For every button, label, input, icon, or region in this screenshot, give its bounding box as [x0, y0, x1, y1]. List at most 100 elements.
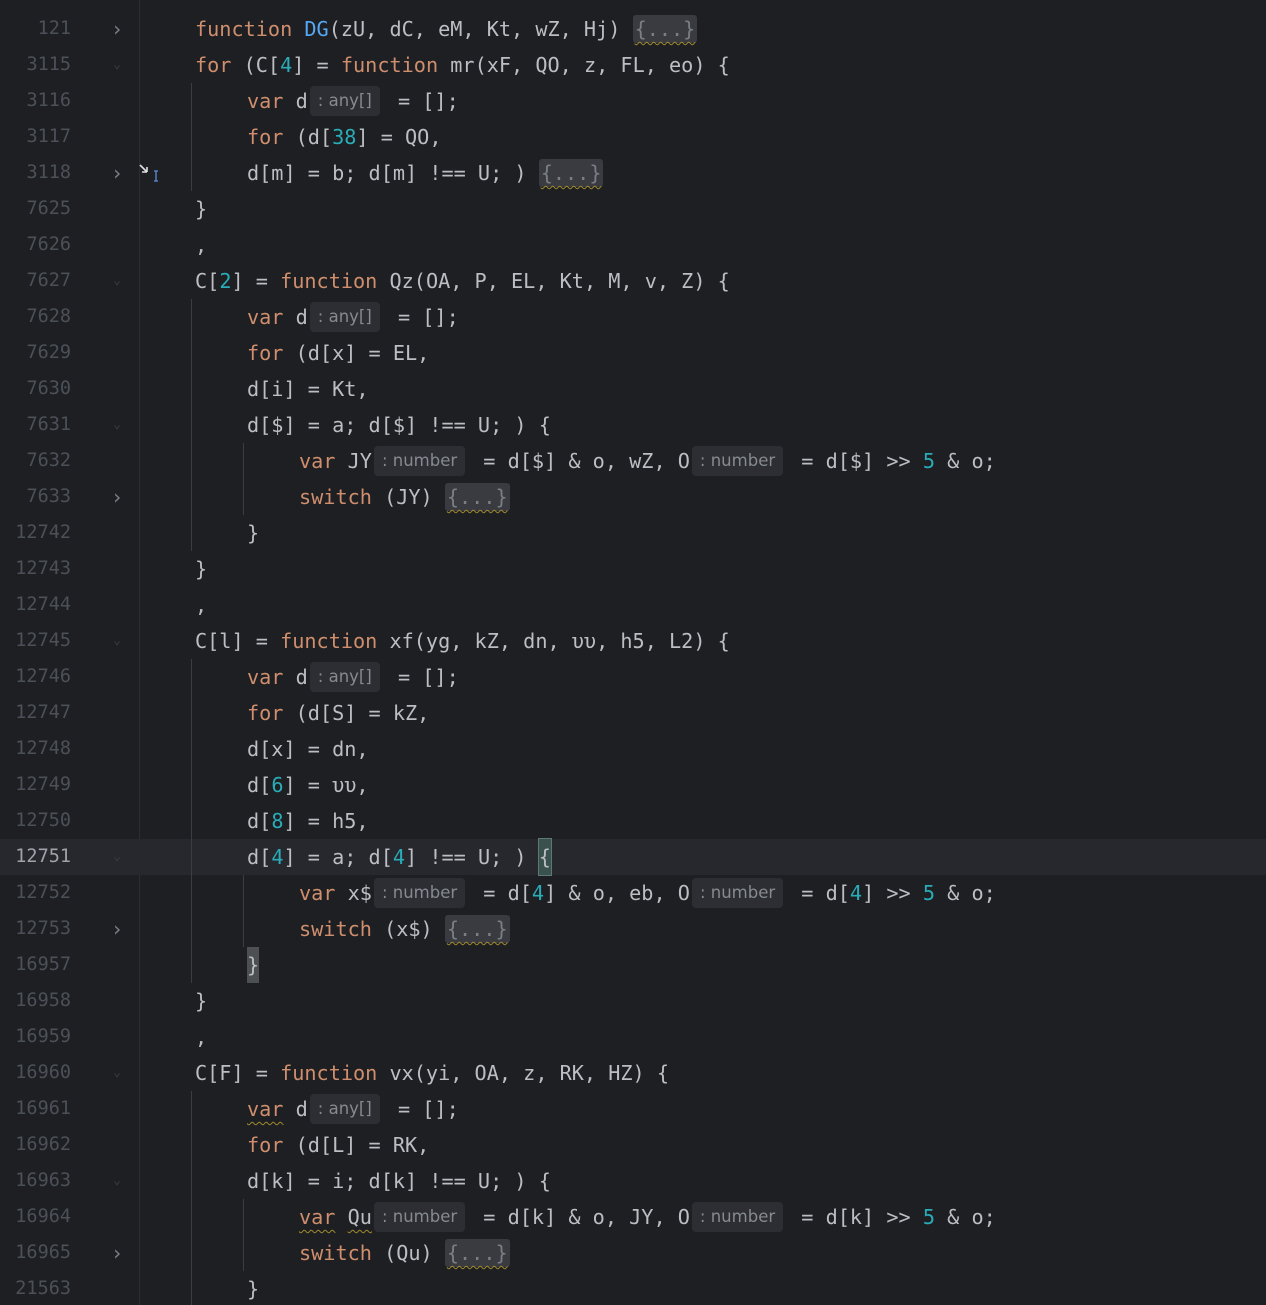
- line-number[interactable]: 21563: [0, 1271, 71, 1305]
- code-text[interactable]: d[4] = a; d[4] !== U; ) {: [247, 838, 552, 876]
- code-line[interactable]: 7626,: [0, 227, 1266, 263]
- line-number[interactable]: 7630: [0, 371, 71, 407]
- line-number[interactable]: 7627: [0, 263, 71, 299]
- code-line[interactable]: 12753 › switch (x$) {...}: [0, 911, 1266, 947]
- code-line[interactable]: 12747 for (d[S] = kZ,: [0, 695, 1266, 731]
- code-text[interactable]: C[l] = function xf(yg, kZ, dn, υυ, h5, L…: [195, 623, 730, 659]
- code-text[interactable]: }: [195, 551, 207, 587]
- code-line[interactable]: 16959,: [0, 1019, 1266, 1055]
- code-text[interactable]: function DG (zU, dC, eM, Kt, wZ, Hj) {...…: [195, 11, 698, 47]
- code-line[interactable]: 3115 ⌄ for (C[4] = function mr(xF, QO, z, …: [0, 47, 1266, 83]
- code-line[interactable]: 7625}: [0, 191, 1266, 227]
- code-text[interactable]: for (C[4] = function mr(xF, QO, z, FL, e…: [195, 47, 730, 83]
- line-number[interactable]: 16963: [0, 1163, 71, 1199]
- code-line[interactable]: 12746 var d: any[] = [];: [0, 659, 1266, 695]
- code-line[interactable]: 21563}: [0, 1271, 1266, 1305]
- fold-collapsed-icon[interactable]: ›: [108, 911, 126, 947]
- code-line[interactable]: 7630 d[i] = Kt,: [0, 371, 1266, 407]
- code-text[interactable]: var d: any[] = [];: [247, 83, 459, 119]
- code-line[interactable]: 16963 ⌄ d[k] = i; d[k] !== U; ) {: [0, 1163, 1266, 1199]
- code-text[interactable]: for (d[38] = QO,: [247, 119, 441, 155]
- code-text[interactable]: var Qu: number = d[k] & o, JY, O: number…: [299, 1199, 996, 1235]
- code-text[interactable]: d[i] = Kt,: [247, 371, 369, 407]
- line-number[interactable]: 121: [0, 11, 71, 47]
- code-line[interactable]: 16960 ⌄ C[F] = function vx(yi, OA, z, RK, …: [0, 1055, 1266, 1091]
- line-number[interactable]: 7632: [0, 443, 71, 479]
- code-text[interactable]: switch (x$) {...}: [299, 911, 510, 947]
- code-line[interactable]: 7632 var JY: number = d[$] & o, wZ, O: nu…: [0, 443, 1266, 479]
- code-text[interactable]: }: [247, 1271, 259, 1305]
- code-line[interactable]: 7627 ⌄ C[2] = function Qz(OA, P, EL, Kt, M…: [0, 263, 1266, 299]
- line-number[interactable]: 3118: [0, 155, 71, 191]
- line-number[interactable]: 16961: [0, 1091, 71, 1127]
- code-text[interactable]: switch (JY) {...}: [299, 479, 510, 515]
- code-text[interactable]: }: [195, 191, 207, 227]
- code-text[interactable]: for (d[L] = RK,: [247, 1127, 429, 1163]
- fold-collapsed-icon[interactable]: ›: [108, 155, 126, 191]
- folded-region-placeholder[interactable]: {...}: [444, 483, 510, 511]
- line-number[interactable]: 7625: [0, 191, 71, 227]
- code-text[interactable]: C[2] = function Qz(OA, P, EL, Kt, M, v, …: [195, 263, 730, 299]
- line-number[interactable]: 12753: [0, 911, 71, 947]
- code-line[interactable]: 16961 var d: any[] = [];: [0, 1091, 1266, 1127]
- code-text[interactable]: d[$] = a; d[$] !== U; ) {: [247, 407, 551, 443]
- line-number[interactable]: 16958: [0, 983, 71, 1019]
- folded-region-placeholder[interactable]: {...}: [632, 15, 698, 43]
- folded-region-placeholder[interactable]: {...}: [444, 1239, 510, 1267]
- line-number[interactable]: 3116: [0, 83, 71, 119]
- line-number[interactable]: 16965: [0, 1235, 71, 1271]
- line-number[interactable]: 12744: [0, 587, 71, 623]
- code-line[interactable]: 12749 d[6] = υυ,: [0, 767, 1266, 803]
- line-number[interactable]: 7628: [0, 299, 71, 335]
- code-text[interactable]: d[6] = υυ,: [247, 767, 369, 803]
- code-text[interactable]: for (d[x] = EL,: [247, 335, 429, 371]
- code-text[interactable]: }: [247, 515, 259, 551]
- code-editor[interactable]: 121 › function DG (zU, dC, eM, Kt, wZ, Hj) …: [0, 0, 1266, 1305]
- line-number[interactable]: 16960: [0, 1055, 71, 1091]
- line-number[interactable]: 12749: [0, 767, 71, 803]
- code-line[interactable]: 12748 d[x] = dn,: [0, 731, 1266, 767]
- code-line[interactable]: 7628 var d: any[] = [];: [0, 299, 1266, 335]
- line-number[interactable]: 12745: [0, 623, 71, 659]
- code-line[interactable]: 3117 for (d[38] = QO,: [0, 119, 1266, 155]
- fold-collapsed-icon[interactable]: ›: [108, 479, 126, 515]
- code-text[interactable]: var d: any[] = [];: [247, 659, 459, 695]
- code-line[interactable]: 12745 ⌄ C[l] = function xf(yg, kZ, dn, υυ,…: [0, 623, 1266, 659]
- code-line[interactable]: 12743}: [0, 551, 1266, 587]
- line-number[interactable]: 3115: [0, 47, 71, 83]
- line-number[interactable]: 16964: [0, 1199, 71, 1235]
- code-text[interactable]: var JY: number = d[$] & o, wZ, O: number…: [299, 443, 996, 479]
- code-line[interactable]: 121 › function DG (zU, dC, eM, Kt, wZ, Hj) …: [0, 11, 1266, 47]
- code-text[interactable]: ,: [195, 587, 207, 623]
- folded-region-placeholder[interactable]: {...}: [444, 915, 510, 943]
- line-number[interactable]: 7629: [0, 335, 71, 371]
- code-text[interactable]: }: [195, 983, 207, 1019]
- fold-expanded-icon[interactable]: ⌄: [108, 623, 126, 659]
- line-number[interactable]: 16962: [0, 1127, 71, 1163]
- code-line[interactable]: 3118 › d[m] = b; d[m] !== U; ) {...}: [0, 155, 1266, 191]
- line-number[interactable]: 12742: [0, 515, 71, 551]
- code-line[interactable]: 12751 ⌄ d[4] = a; d[4] !== U; ) {: [0, 838, 1266, 876]
- code-text[interactable]: d[k] = i; d[k] !== U; ) {: [247, 1163, 551, 1199]
- code-text[interactable]: d[m] = b; d[m] !== U; ) {...}: [247, 155, 604, 191]
- code-text[interactable]: d[x] = dn,: [247, 731, 369, 767]
- line-number[interactable]: 12743: [0, 551, 71, 587]
- code-text[interactable]: switch (Qu) {...}: [299, 1235, 510, 1271]
- fold-collapsed-icon[interactable]: ›: [108, 11, 126, 47]
- fold-expanded-icon[interactable]: ⌄: [108, 1055, 126, 1091]
- folded-region-placeholder[interactable]: {...}: [538, 159, 604, 187]
- line-number[interactable]: 12748: [0, 731, 71, 767]
- code-line[interactable]: 7629 for (d[x] = EL,: [0, 335, 1266, 371]
- line-number[interactable]: 12750: [0, 803, 71, 839]
- code-text[interactable]: C[F] = function vx(yi, OA, z, RK, HZ) {: [195, 1055, 669, 1091]
- line-number[interactable]: 12751: [0, 839, 71, 875]
- code-line[interactable]: 16964 var Qu: number = d[k] & o, JY, O: n…: [0, 1199, 1266, 1235]
- line-number[interactable]: 12752: [0, 875, 71, 911]
- line-number[interactable]: 12746: [0, 659, 71, 695]
- line-number[interactable]: 7633: [0, 479, 71, 515]
- code-line[interactable]: 3116 var d: any[] = [];: [0, 83, 1266, 119]
- line-number[interactable]: 16959: [0, 1019, 71, 1055]
- fold-expanded-icon[interactable]: ⌄: [108, 1163, 126, 1199]
- code-text[interactable]: for (d[S] = kZ,: [247, 695, 429, 731]
- fold-expanded-icon[interactable]: ⌄: [108, 263, 126, 299]
